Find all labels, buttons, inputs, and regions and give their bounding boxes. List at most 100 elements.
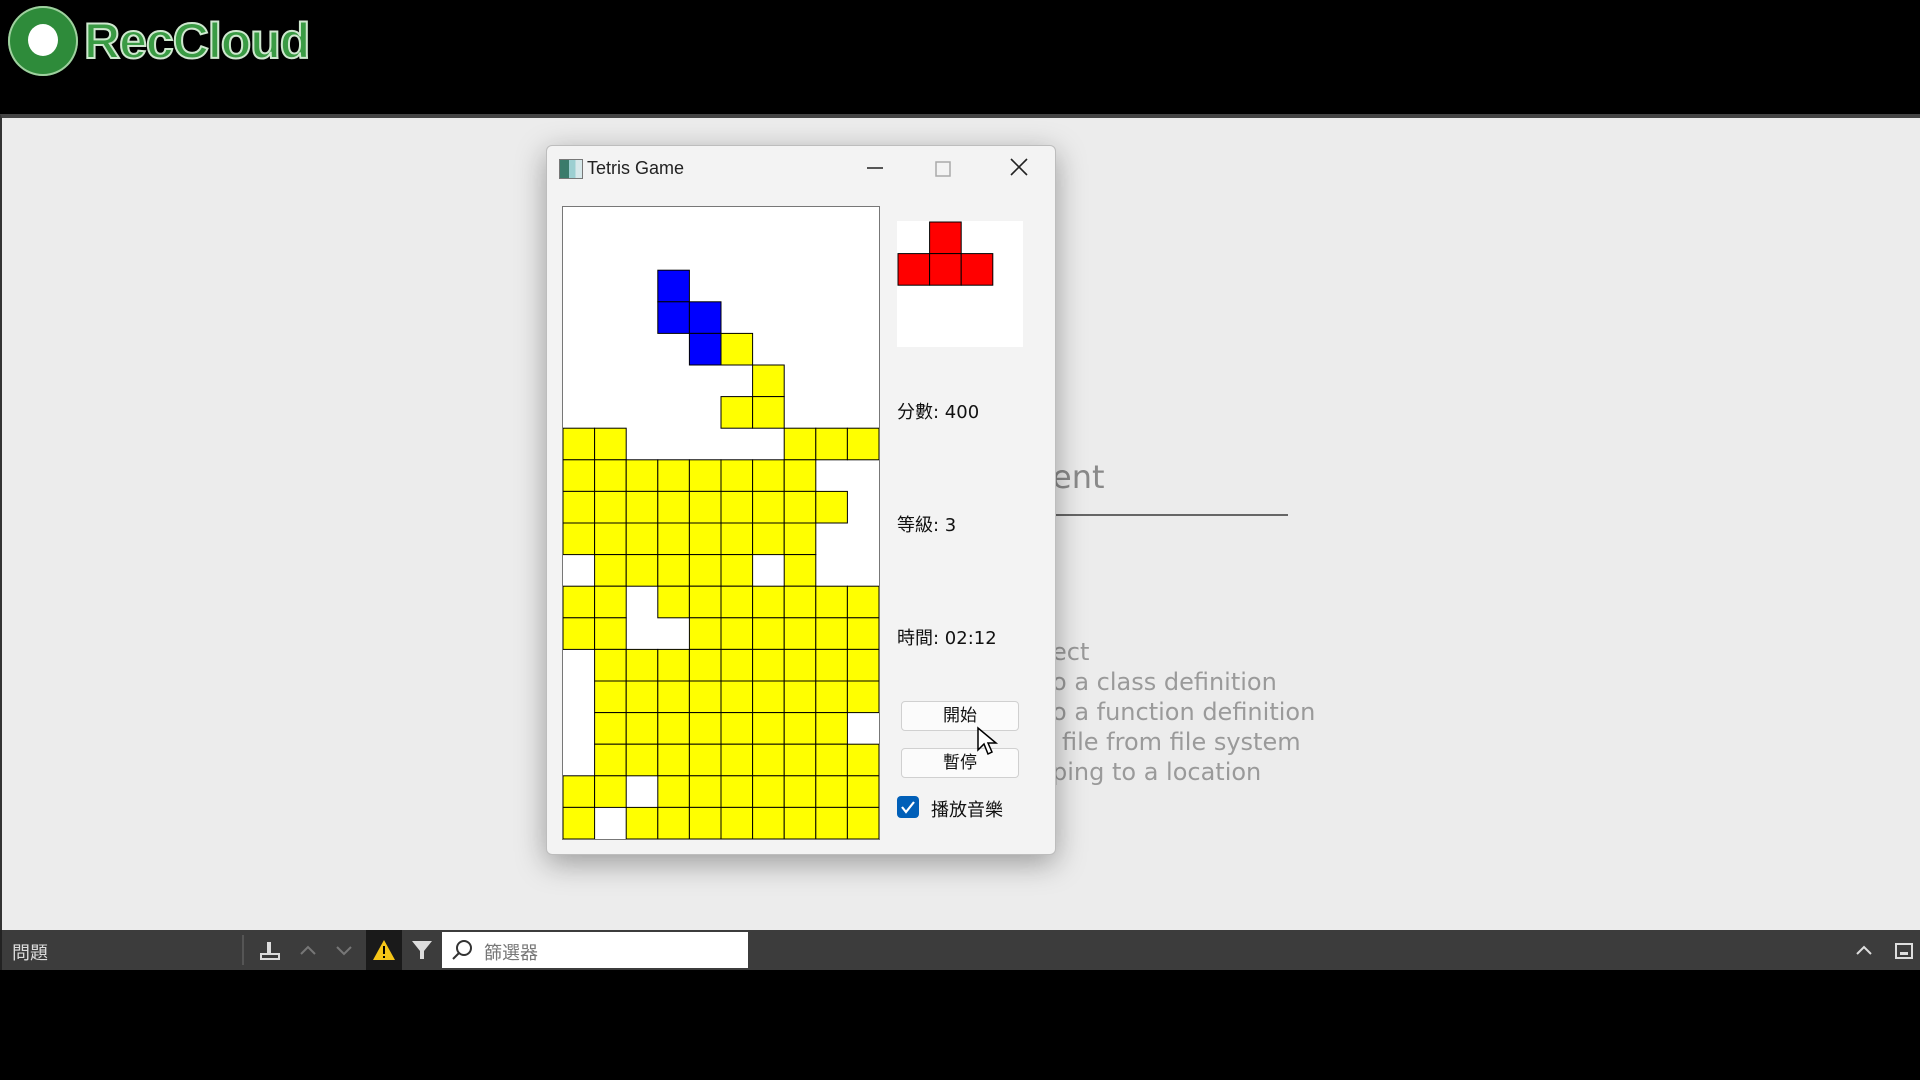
close-icon [1010, 158, 1028, 176]
maximize-button[interactable] [907, 146, 977, 190]
board-cell [625, 648, 659, 682]
board-cell [846, 617, 879, 650]
board-cell [657, 490, 690, 524]
board-cell [563, 617, 596, 650]
board-cell [657, 554, 690, 587]
close-button[interactable] [983, 146, 1053, 190]
search-icon [452, 940, 472, 960]
music-checkbox[interactable] [897, 796, 919, 818]
board-cell [657, 585, 690, 619]
board-cell [688, 585, 722, 619]
board-cell [563, 427, 596, 461]
music-checkbox-label[interactable]: 播放音樂 [931, 796, 1003, 822]
filter-input[interactable]: 篩選器 [442, 932, 748, 968]
board-cell [752, 617, 785, 650]
chevron-up-icon[interactable] [296, 938, 320, 962]
next-piece-grid [897, 221, 994, 286]
board-cell [657, 459, 690, 492]
board-cell [815, 617, 848, 650]
board-cell [752, 743, 785, 777]
chevron-up-icon[interactable] [1852, 938, 1876, 962]
app-icon [559, 159, 583, 179]
board-cell [594, 680, 627, 714]
board-cell [846, 648, 879, 682]
board-cell [657, 806, 690, 839]
problems-panel-bar: 問題 篩選器 [0, 930, 1920, 970]
start-button[interactable]: 開始 [901, 701, 1019, 731]
reccloud-logo-icon [8, 6, 78, 76]
board-cell [594, 712, 627, 745]
board-cell [752, 680, 785, 714]
welcome-heading-underline [1052, 514, 1288, 516]
board-cell [657, 648, 690, 682]
board-cell [625, 680, 659, 714]
board-cell [815, 648, 848, 682]
mouse-cursor-icon [977, 726, 999, 756]
board-cell [720, 712, 754, 745]
board-cell [625, 743, 659, 777]
board-cell [783, 806, 817, 839]
board-cell [783, 648, 817, 682]
board-cell [625, 490, 659, 524]
board-cell [752, 522, 785, 556]
board-cell [846, 680, 879, 714]
board-cell [752, 648, 785, 682]
board-cell [752, 585, 785, 619]
next-piece-preview [897, 221, 1023, 347]
warning-filter-toggle[interactable] [366, 930, 402, 970]
maximize-icon [935, 161, 951, 177]
game-board[interactable] [562, 206, 880, 840]
window-titlebar[interactable]: Tetris Game [547, 146, 1055, 190]
board-cell [846, 427, 879, 461]
board-cell [720, 522, 754, 556]
pause-button[interactable]: 暫停 [901, 748, 1019, 778]
board-cell [752, 459, 785, 492]
board-cell [783, 490, 817, 524]
board-cell [783, 680, 817, 714]
board-cell [846, 806, 879, 839]
problems-panel-title[interactable]: 問題 [12, 939, 48, 965]
reccloud-logo-text: RecCloud [83, 12, 311, 70]
board-cell [657, 775, 690, 808]
board-cell [657, 712, 690, 745]
board-cell [720, 396, 754, 429]
board-cell [563, 459, 596, 492]
board-cell [688, 301, 722, 334]
welcome-line: o a function definition [1052, 698, 1316, 726]
time-label: 時間: 02:12 [897, 628, 997, 649]
board-cell [594, 743, 627, 777]
board-cell [625, 806, 659, 839]
board-cell [783, 554, 817, 587]
warning-icon [373, 940, 395, 960]
board-cell [594, 427, 627, 461]
board-cell [625, 459, 659, 492]
board-cell [594, 775, 627, 808]
board-cell [815, 427, 848, 461]
filter-icon[interactable] [410, 938, 434, 962]
board-cell [594, 522, 627, 556]
board-cell [752, 364, 785, 398]
chevron-down-icon[interactable] [332, 938, 356, 962]
next-piece-cell [897, 253, 931, 286]
board-cell [688, 617, 722, 650]
welcome-line: ect [1052, 638, 1090, 666]
board-cell [594, 554, 627, 587]
minimize-button[interactable] [837, 146, 907, 190]
board-cell [846, 585, 879, 619]
board-cell [594, 459, 627, 492]
filter-placeholder: 篩選器 [484, 943, 538, 964]
board-cell [688, 522, 722, 556]
board-cell [752, 712, 785, 745]
board-cell [657, 680, 690, 714]
collapse-all-icon[interactable] [258, 938, 282, 962]
next-piece-cell [929, 221, 962, 255]
board-cell [846, 775, 879, 808]
board-cell [720, 680, 754, 714]
board-cell [625, 554, 659, 587]
board-cell [688, 490, 722, 524]
maximize-panel-icon[interactable] [1892, 938, 1916, 962]
board-cell [688, 806, 722, 839]
board-cell [594, 585, 627, 619]
board-cell [720, 490, 754, 524]
board-cell [815, 743, 848, 777]
